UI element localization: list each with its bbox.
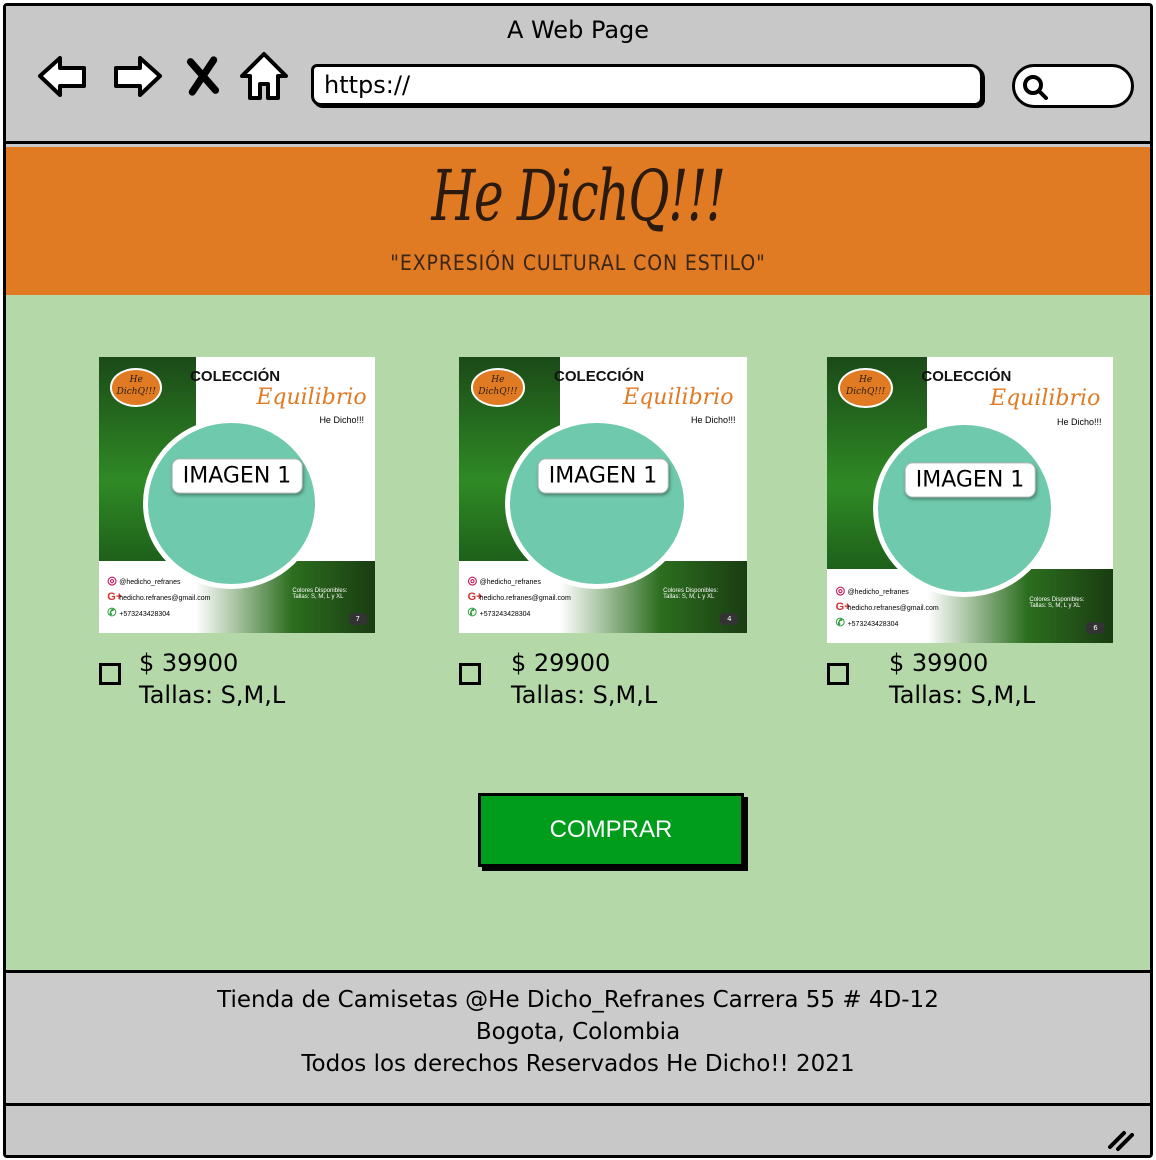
instagram-icon: ◎: [107, 574, 117, 587]
brand-logo: He DichQ!!!: [431, 155, 726, 237]
whatsapp-icon: ✆: [835, 616, 845, 629]
footer-city: Bogota, Colombia: [475, 1019, 681, 1045]
product-grid: He DichQ!!! COLECCIÓN Equilibrio He Dich…: [6, 295, 1150, 970]
product-card: He DichQ!!! COLECCIÓN Equilibrio He Dich…: [459, 357, 747, 709]
google-plus-icon: G+: [107, 590, 123, 603]
url-input[interactable]: https://: [311, 64, 983, 106]
collection-name: Equilibrio: [256, 384, 367, 410]
product-image[interactable]: He DichQ!!! COLECCIÓN Equilibrio He Dich…: [99, 357, 375, 633]
product-photo-circle: [872, 419, 1056, 598]
product-card: He DichQ!!! COLECCIÓN Equilibrio He Dich…: [827, 357, 1113, 709]
whatsapp-icon: ✆: [107, 606, 117, 619]
brand-badge-logo: He DichQ!!!: [110, 368, 163, 407]
collection-name: Equilibrio: [623, 384, 734, 410]
product-sizes: Tallas: S,M,L: [511, 681, 658, 709]
footer-copyright: Todos los derechos Reservados He Dicho!!…: [301, 1051, 855, 1077]
product-price: $ 39900: [889, 649, 989, 677]
collection-name: Equilibrio: [990, 385, 1101, 411]
brand-name: He Dicho!!!: [319, 414, 364, 425]
collection-label: COLECCIÓN: [190, 368, 281, 386]
forward-arrow-icon[interactable]: [110, 48, 166, 104]
select-checkbox[interactable]: [827, 663, 849, 685]
google-plus-icon: G+: [835, 600, 851, 613]
browser-toolbar: A Web Page https://: [6, 6, 1150, 144]
social-links: ◎ @hedicho_refranes G+hedicho.refranes@gm…: [107, 574, 211, 619]
page-number: 7: [348, 612, 367, 625]
instagram-icon: ◎: [467, 574, 478, 587]
product-price: $ 39900: [139, 649, 239, 677]
brand-name: He Dicho!!!: [1057, 417, 1102, 428]
buy-button[interactable]: COMPRAR: [478, 793, 744, 867]
image-placeholder-label: IMAGEN 1: [904, 462, 1036, 498]
page-footer: Tienda de Camisetas @He Dicho_Refranes C…: [6, 970, 1150, 1106]
brand-badge-logo: He DichQ!!!: [470, 368, 526, 407]
colors-note: Colores Disponibles: Tallas: S, M, L y XL: [292, 587, 348, 600]
back-arrow-icon[interactable]: [34, 48, 90, 104]
social-links: ◎ @hedicho_refranes G+hedicho.refranes@gm…: [835, 584, 939, 629]
product-photo-circle: [505, 417, 690, 589]
product-image[interactable]: He DichQ!!! COLECCIÓN Equilibrio He Dich…: [827, 357, 1113, 643]
browser-window: A Web Page https:// He DichQ!!! "EXPRESI…: [3, 3, 1153, 1158]
collection-label: COLECCIÓN: [554, 368, 645, 386]
page-number: 6: [1086, 622, 1105, 635]
search-icon: [1023, 75, 1048, 100]
brand-name: He Dicho!!!: [690, 414, 736, 425]
select-checkbox[interactable]: [99, 663, 121, 685]
image-placeholder-label: IMAGEN 1: [171, 458, 303, 494]
resize-handle-icon[interactable]: [1106, 1125, 1136, 1151]
colors-note: Colores Disponibles: Tallas: S, M, L y XL: [1029, 596, 1085, 609]
colors-note: Colores Disponibles: Tallas: S, M, L y XL: [663, 587, 719, 600]
page-number: 4: [720, 612, 739, 625]
product-card: He DichQ!!! COLECCIÓN Equilibrio He Dich…: [99, 357, 375, 709]
brand-banner: He DichQ!!! "EXPRESIÓN CULTURAL CON ESTI…: [6, 147, 1150, 295]
product-sizes: Tallas: S,M,L: [889, 681, 1036, 709]
product-price: $ 29900: [511, 649, 611, 677]
collection-label: COLECCIÓN: [921, 368, 1012, 386]
social-links: ◎ @hedicho_refranes G+hedicho.refranes@gm…: [467, 574, 571, 619]
product-image[interactable]: He DichQ!!! COLECCIÓN Equilibrio He Dich…: [459, 357, 747, 633]
product-sizes: Tallas: S,M,L: [139, 681, 286, 709]
close-x-icon[interactable]: [178, 48, 228, 104]
whatsapp-icon: ✆: [467, 606, 477, 619]
google-plus-icon: G+: [467, 590, 483, 603]
window-title: A Web Page: [506, 16, 650, 44]
select-checkbox[interactable]: [459, 663, 481, 685]
footer-address: Tienda de Camisetas @He Dicho_Refranes C…: [217, 987, 939, 1013]
status-bar: [6, 1106, 1150, 1155]
search-input[interactable]: [1012, 64, 1134, 108]
brand-badge-logo: He DichQ!!!: [838, 368, 893, 409]
image-placeholder-label: IMAGEN 1: [537, 458, 669, 494]
instagram-icon: ◎: [835, 584, 846, 597]
brand-tagline: "EXPRESIÓN CULTURAL CON ESTILO": [390, 251, 766, 275]
home-icon[interactable]: [236, 48, 292, 104]
product-photo-circle: [143, 417, 320, 589]
